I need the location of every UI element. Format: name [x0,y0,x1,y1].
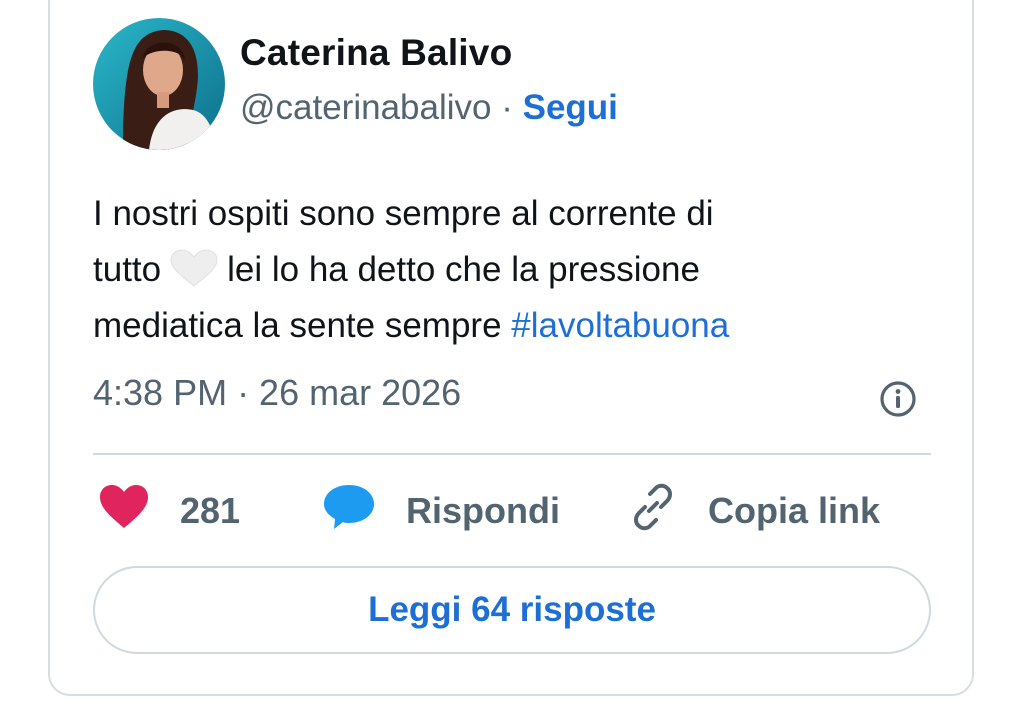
tweet-line-3: mediatica la sente sempre #lavoltabuona [93,298,893,354]
tweet-line-3-text: mediatica la sente sempre [93,306,512,345]
follow-button[interactable]: Segui [523,88,618,127]
tweet-timestamp[interactable]: 4:38 PM · 26 mar 2026 [93,372,461,414]
avatar[interactable] [93,18,225,150]
likes-count: 281 [180,490,241,531]
copy-link-button[interactable]: Copia link [628,482,881,541]
handle-separator: · [491,88,523,127]
like-button[interactable]: 281 [98,484,240,538]
link-icon [628,482,678,541]
hashtag-link[interactable]: #lavoltabuona [511,306,729,345]
tweet-line-2-before: tutto [93,250,162,289]
reply-button[interactable]: Rispondi [322,484,560,538]
info-icon[interactable] [878,379,918,419]
author-handle[interactable]: @caterinabalivo [240,88,492,127]
white-heart-icon [169,248,219,287]
reply-label: Rispondi [406,490,560,531]
heart-icon [98,484,150,539]
tweet-text: I nostri ospiti sono sempre al corrente … [93,186,893,354]
copy-link-label: Copia link [708,490,881,531]
author-handle-row: @caterinabalivo · Segui [240,88,618,128]
read-replies-button[interactable]: Leggi 64 risposte [93,566,931,654]
tweet-line-2: tutto lei lo ha detto che la pressione [93,242,893,298]
tweet-line-2-after: lei lo ha detto che la pressione [227,250,700,289]
author-display-name[interactable]: Caterina Balivo [240,32,512,74]
divider [93,453,931,455]
tweet-line-1: I nostri ospiti sono sempre al corrente … [93,194,714,233]
speech-bubble-icon [322,483,376,540]
